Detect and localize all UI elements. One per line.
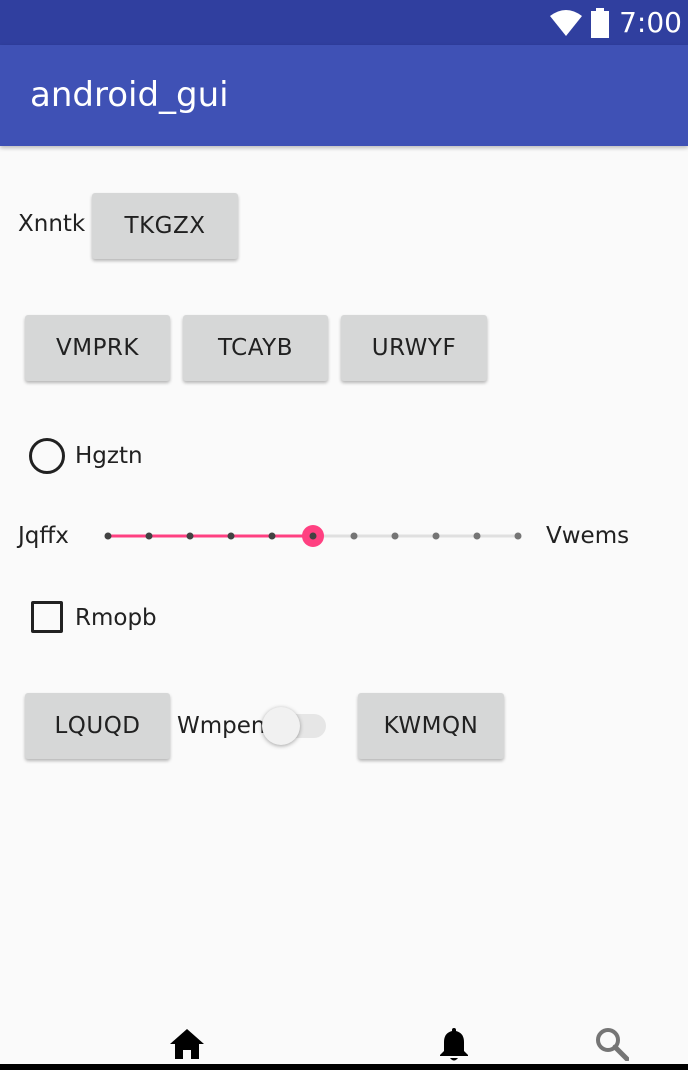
app-bar: android_gui (0, 45, 688, 146)
seekbar-tick (350, 532, 358, 540)
battery-icon (591, 7, 610, 38)
slider-max-label: Vwems (546, 523, 630, 549)
seekbar-tick (514, 532, 522, 540)
seekbar-thumb-dot (309, 532, 317, 540)
xnntk-label: Xnntk (18, 211, 86, 237)
seekbar-tick (104, 532, 112, 540)
seekbar-tick (268, 532, 276, 540)
seekbar-tick (391, 532, 399, 540)
rmopb-label: Rmopb (75, 605, 157, 631)
seekbar-tick (145, 532, 153, 540)
wifi-icon (550, 9, 583, 36)
tcayb-button[interactable]: TCAYB (183, 315, 328, 381)
hgztn-radio[interactable] (29, 438, 65, 474)
seekbar-tick (186, 532, 194, 540)
kwmqn-button[interactable]: KWMQN (358, 693, 504, 759)
bottom-edge (0, 1064, 688, 1070)
search-icon[interactable] (595, 1027, 629, 1061)
tkgzx-button[interactable]: TKGZX (92, 193, 238, 259)
rmopb-checkbox[interactable] (31, 601, 63, 633)
vmprk-button[interactable]: VMPRK (25, 315, 170, 381)
bell-icon[interactable] (439, 1026, 469, 1062)
lquqd-button[interactable]: LQUQD (25, 693, 170, 759)
seekbar[interactable] (96, 516, 536, 556)
bottom-nav (0, 1010, 688, 1070)
status-time: 7:00 (619, 6, 682, 39)
home-icon[interactable] (169, 1028, 205, 1060)
app-title: android_gui (30, 75, 229, 115)
wmpen-switch-thumb[interactable] (262, 707, 300, 745)
wmpen-label: Wmpen (177, 713, 266, 739)
seekbar-tick (227, 532, 235, 540)
seekbar-tick (473, 532, 481, 540)
seekbar-tick (432, 532, 440, 540)
hgztn-label: Hgztn (75, 443, 143, 469)
status-bar: 7:00 (0, 0, 688, 45)
slider-min-label: Jqffx (18, 523, 69, 549)
urwyf-button[interactable]: URWYF (341, 315, 487, 381)
